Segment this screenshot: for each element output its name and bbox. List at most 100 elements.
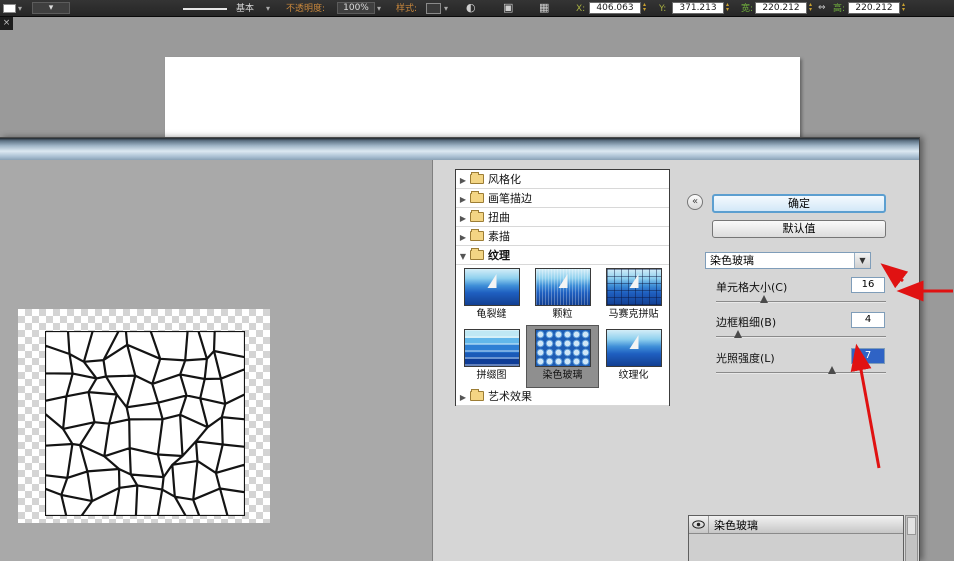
cell-size-slider[interactable]	[716, 301, 886, 303]
border-thickness-slider-handle[interactable]	[734, 330, 742, 338]
cell-size-label: 单元格大小(C)	[716, 279, 787, 295]
ok-button[interactable]: 确定	[712, 194, 886, 213]
cell-size-field[interactable]: 16	[851, 277, 885, 293]
expand-arrow-icon: ▶	[456, 388, 470, 407]
folder-icon	[470, 174, 484, 184]
y-value-field[interactable]: 371.213	[672, 2, 724, 14]
filter-patchwork[interactable]: 拼缀图	[456, 326, 527, 387]
opacity-caret-icon[interactable]: ▾	[377, 3, 381, 15]
border-thickness-slider[interactable]	[716, 336, 886, 338]
filter-gallery-dialog: ▶风格化 ▶画笔描边 ▶扭曲 ▶素描 ▼纹理 龟裂缝	[0, 137, 920, 561]
constrain-proportions-icon[interactable]: ⇔	[818, 2, 826, 14]
category-texture[interactable]: ▼ 纹理	[456, 246, 669, 265]
category-label: 艺术效果	[488, 390, 532, 403]
style-label: 样式:	[396, 3, 417, 15]
expand-arrow-icon: ▶	[456, 209, 470, 228]
border-thickness-label: 边框粗细(B)	[716, 314, 776, 330]
document-tab-close-button[interactable]: ×	[0, 17, 13, 30]
style-swatch[interactable]	[426, 3, 441, 14]
filter-select-value: 染色玻璃	[710, 254, 754, 267]
folder-icon	[470, 391, 484, 401]
texturizer-thumbnail	[606, 329, 662, 367]
x-value-field[interactable]: 406.063	[589, 2, 641, 14]
effect-layer-name: 染色玻璃	[709, 517, 758, 533]
filter-texturizer[interactable]: 纹理化	[598, 326, 669, 387]
fill-dropdown-caret-icon[interactable]: ▾	[18, 3, 22, 15]
y-spinner[interactable]: ▴▾	[726, 2, 729, 12]
height-label: 高:	[833, 3, 845, 15]
control-toolbar: ▾ ▾ 基本 ▾ 不透明度: 100% ▾ 样式: ▾ ◐ ▣ ▦ X: 406…	[0, 0, 954, 17]
default-button[interactable]: 默认值	[712, 220, 886, 238]
stroke-color-control[interactable]: ▾	[32, 2, 70, 14]
height-spinner[interactable]: ▴▾	[902, 2, 905, 12]
width-value-field[interactable]: 220.212	[755, 2, 807, 14]
expand-arrow-icon: ▶	[456, 190, 470, 209]
cell-size-slider-handle[interactable]	[760, 295, 768, 303]
category-label: 画笔描边	[488, 192, 532, 205]
y-label: Y:	[659, 3, 666, 15]
folder-icon	[470, 231, 484, 241]
opacity-value[interactable]: 100%	[337, 2, 375, 14]
height-value-field[interactable]: 220.212	[848, 2, 900, 14]
fill-color-swatch[interactable]	[3, 4, 16, 13]
scrollbar-thumb[interactable]	[907, 517, 916, 535]
filter-craquelure[interactable]: 龟裂缝	[456, 265, 527, 326]
category-label: 风格化	[488, 173, 521, 186]
x-label: X:	[576, 3, 585, 15]
application-window: ▾ ▾ 基本 ▾ 不透明度: 100% ▾ 样式: ▾ ◐ ▣ ▦ X: 406…	[0, 0, 954, 561]
folder-icon	[470, 193, 484, 203]
light-intensity-slider-handle[interactable]	[828, 366, 836, 374]
dialog-titlebar[interactable]	[0, 138, 919, 160]
filter-stained-glass[interactable]: 染色玻璃	[527, 326, 598, 387]
visibility-toggle[interactable]	[689, 516, 709, 533]
category-label: 纹理	[488, 249, 510, 262]
stroke-preview-line-icon	[183, 8, 227, 10]
category-sketch[interactable]: ▶素描	[456, 227, 669, 246]
effect-layer-row[interactable]: 染色玻璃	[689, 516, 903, 534]
transparency-checkerboard	[18, 309, 270, 523]
open-folder-icon	[470, 250, 484, 260]
filter-preview-pane[interactable]	[0, 160, 433, 561]
folder-icon	[470, 212, 484, 222]
light-intensity-field[interactable]: 7	[851, 348, 885, 364]
collapse-panel-button[interactable]: «	[687, 194, 703, 210]
stroke-style-label[interactable]: 基本	[236, 3, 254, 15]
opacity-label: 不透明度:	[286, 3, 325, 15]
category-brush-strokes[interactable]: ▶ 画笔描边	[456, 189, 669, 208]
filter-category-list: ▶风格化 ▶画笔描边 ▶扭曲 ▶素描 ▼纹理 龟裂缝	[455, 169, 670, 406]
border-thickness-field[interactable]: 4	[851, 312, 885, 328]
filter-label: 拼缀图	[456, 370, 527, 382]
texture-filter-thumbnails: 龟裂缝 颗粒 马赛克拼贴 拼缀图	[456, 265, 669, 387]
artboard	[165, 57, 800, 138]
filter-label: 纹理化	[598, 370, 669, 382]
style-caret-icon[interactable]: ▾	[444, 3, 448, 15]
collapse-arrow-icon: ▼	[456, 247, 470, 266]
filter-label: 颗粒	[527, 309, 598, 321]
layers-panel-scrollbar[interactable]	[905, 515, 918, 561]
filter-label: 龟裂缝	[456, 309, 527, 321]
dropdown-arrow-icon: ▼	[854, 253, 870, 268]
stroke-style-caret-icon[interactable]: ▾	[266, 3, 270, 15]
filter-mosaic-tiles[interactable]: 马赛克拼贴	[598, 265, 669, 326]
dialog-body: ▶风格化 ▶画笔描边 ▶扭曲 ▶素描 ▼纹理 龟裂缝	[0, 160, 919, 561]
light-intensity-slider[interactable]	[716, 372, 886, 374]
category-distort[interactable]: ▶扭曲	[456, 208, 669, 227]
grain-thumbnail	[535, 268, 591, 306]
mosaic-tiles-thumbnail	[606, 268, 662, 306]
recolor-artwork-icon[interactable]: ◐	[466, 2, 476, 14]
align-grid-icon[interactable]: ▦	[539, 2, 549, 14]
document-setup-icon[interactable]: ▣	[503, 2, 513, 14]
category-stylize[interactable]: ▶风格化	[456, 170, 669, 189]
category-label: 素描	[488, 230, 510, 243]
width-spinner[interactable]: ▴▾	[809, 2, 812, 12]
stained-glass-preview-image[interactable]	[45, 331, 245, 516]
light-intensity-label: 光照强度(L)	[716, 350, 775, 366]
x-spinner[interactable]: ▴▾	[643, 2, 646, 12]
filter-select-dropdown[interactable]: 染色玻璃 ▼	[705, 252, 871, 269]
filter-grain[interactable]: 颗粒	[527, 265, 598, 326]
category-artistic[interactable]: ▶ 艺术效果	[456, 387, 669, 406]
filter-label: 染色玻璃	[527, 370, 598, 382]
buoy-icon	[558, 274, 567, 288]
filter-label: 马赛克拼贴	[598, 309, 669, 321]
effect-layers-panel: 染色玻璃	[688, 515, 904, 561]
